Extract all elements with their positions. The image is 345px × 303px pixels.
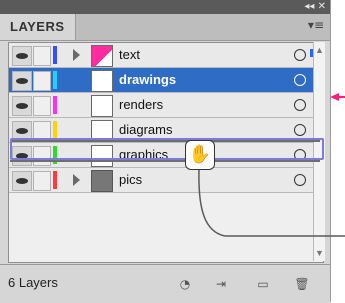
layer-row-drawings[interactable]: drawings [9, 68, 323, 93]
layer-name[interactable]: pics [119, 168, 142, 192]
lock-toggle[interactable] [33, 96, 51, 116]
layer-name[interactable]: text [119, 43, 140, 67]
layer-name[interactable]: drawings [119, 68, 176, 92]
locate-object-icon[interactable]: ◔ [176, 275, 194, 293]
scroll-down-icon[interactable]: ▼ [315, 247, 324, 259]
layer-row-renders[interactable]: renders [9, 93, 323, 118]
panel-window-controls[interactable]: ◂◂ ✕ [304, 0, 326, 14]
layer-thumbnail [91, 45, 113, 67]
layer-thumbnail [91, 170, 113, 192]
layer-thumbnail [91, 145, 113, 167]
layer-thumbnail [91, 70, 113, 92]
layer-color-swatch [53, 171, 57, 189]
target-circle-icon[interactable] [294, 124, 306, 136]
layer-name[interactable]: renders [119, 93, 163, 117]
target-circle-icon[interactable] [294, 174, 306, 186]
visibility-eye-icon[interactable] [12, 46, 32, 66]
lock-toggle[interactable] [33, 171, 51, 191]
layer-color-swatch [53, 96, 57, 114]
scroll-up-icon[interactable]: ▲ [315, 44, 324, 56]
layer-thumbnail [91, 120, 113, 142]
lock-toggle[interactable] [33, 121, 51, 141]
visibility-eye-icon[interactable] [12, 96, 32, 116]
create-new-sublayer-icon[interactable]: ▭ [254, 275, 272, 293]
target-circle-icon[interactable] [294, 99, 306, 111]
layer-color-swatch [53, 46, 57, 64]
visibility-eye-icon[interactable] [12, 71, 32, 91]
panel-menu-icon[interactable]: ▾≡ [308, 18, 324, 32]
lock-toggle[interactable] [33, 46, 51, 66]
layer-name[interactable]: graphics [119, 143, 168, 167]
target-circle-icon[interactable] [294, 49, 306, 61]
panel-footer: 6 Layers ◔ ⇥ ▭ 🗑 [0, 264, 330, 303]
target-circle-icon[interactable] [294, 74, 306, 86]
layers-panel: ◂◂ ✕ LAYERS ▾≡ text drawings renders dia… [0, 0, 331, 303]
target-circle-icon[interactable] [294, 149, 306, 161]
visibility-eye-icon[interactable] [12, 121, 32, 141]
layer-row-diagrams[interactable]: diagrams [9, 118, 323, 143]
layer-count: 6 Layers [8, 275, 58, 290]
layer-color-swatch [53, 121, 57, 139]
lock-toggle[interactable] [33, 146, 51, 166]
expand-triangle-icon[interactable] [73, 49, 80, 61]
grabbing-hand-icon: ✋ [185, 140, 215, 170]
layer-row-text[interactable]: text [9, 43, 323, 68]
layers-tab[interactable]: LAYERS [0, 14, 76, 40]
layer-thumbnail [91, 95, 113, 117]
panel-tabbar: LAYERS ▾≡ [0, 14, 330, 41]
layers-list: text drawings renders diagrams graphics … [8, 42, 324, 263]
layer-row-graphics[interactable]: graphics [9, 143, 323, 168]
layer-color-swatch [53, 146, 57, 164]
panel-titlebar: ◂◂ ✕ [0, 0, 330, 14]
layer-name[interactable]: diagrams [119, 118, 172, 142]
empty-layer-area [9, 193, 323, 262]
expand-triangle-icon[interactable] [73, 174, 80, 186]
visibility-eye-icon[interactable] [12, 171, 32, 191]
make-clipping-mask-icon[interactable]: ⇥ [212, 275, 230, 293]
delete-layer-icon[interactable]: 🗑 [293, 275, 311, 293]
layer-color-swatch [53, 71, 57, 89]
lock-toggle[interactable] [33, 71, 51, 91]
visibility-eye-icon[interactable] [12, 146, 32, 166]
vertical-scrollbar[interactable]: ▲ ▼ [313, 42, 325, 261]
selected-layer-callout-arrow [330, 93, 339, 101]
layer-row-pics[interactable]: pics [9, 168, 323, 193]
